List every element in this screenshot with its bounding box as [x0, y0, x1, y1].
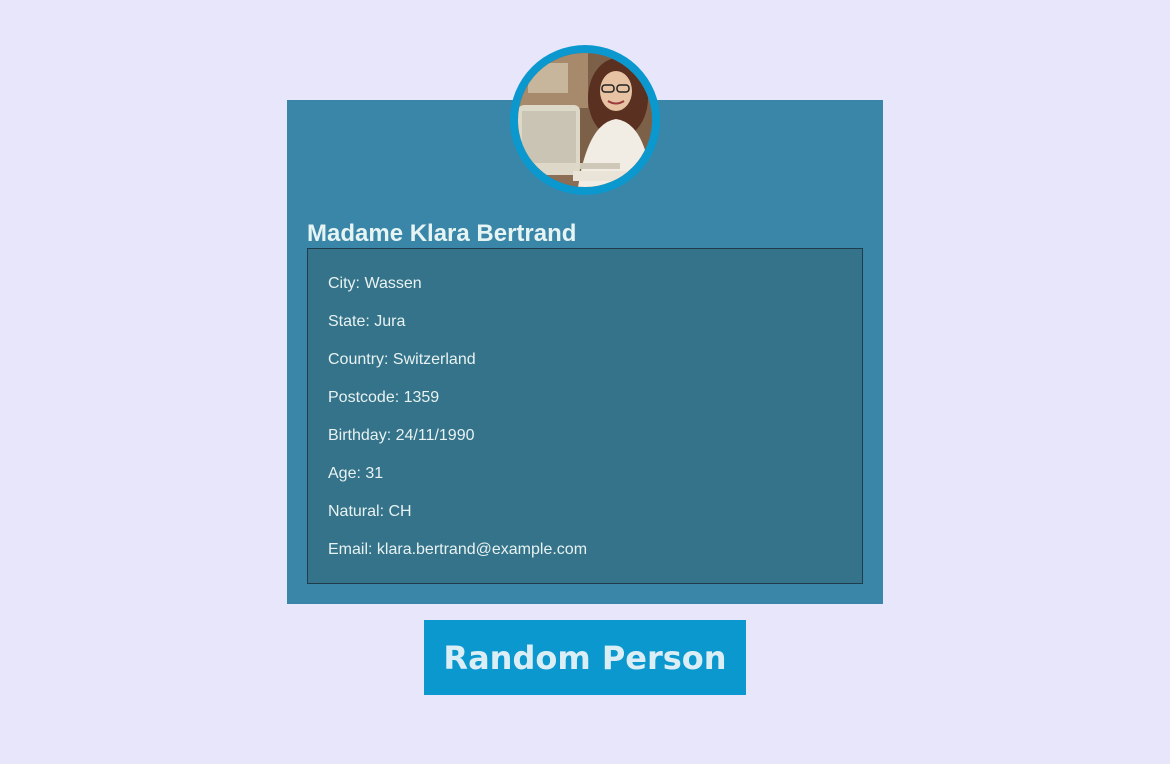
detail-email: Email: klara.bertrand@example.com	[328, 540, 587, 560]
detail-label: Email:	[328, 541, 373, 558]
detail-label: Age:	[328, 465, 361, 482]
detail-value: Wassen	[364, 275, 422, 292]
detail-postcode: Postcode: 1359	[328, 388, 439, 408]
detail-label: Natural:	[328, 503, 385, 520]
detail-value: 1359	[403, 389, 440, 406]
detail-state: State: Jura	[328, 312, 405, 332]
detail-city: City: Wassen	[328, 274, 422, 294]
detail-label: City:	[328, 275, 360, 292]
detail-label: Postcode:	[328, 389, 400, 406]
avatar-photo	[518, 53, 652, 187]
detail-age: Age: 31	[328, 464, 383, 484]
detail-label: State:	[328, 313, 370, 330]
detail-value: klara.bertrand@example.com	[376, 541, 588, 558]
detail-label: Birthday:	[328, 427, 392, 444]
avatar	[510, 45, 660, 195]
detail-value: Jura	[374, 313, 406, 330]
detail-value: Switzerland	[392, 351, 476, 368]
detail-value: CH	[388, 503, 412, 520]
detail-birthday: Birthday: 24/11/1990	[328, 426, 474, 446]
detail-label: Country:	[328, 351, 389, 368]
detail-value: 24/11/1990	[395, 427, 475, 444]
detail-nationality: Natural: CH	[328, 502, 412, 522]
details-panel: City: Wassen State: Jura Country: Switze…	[307, 248, 863, 584]
random-person-button[interactable]: Random Person	[424, 620, 746, 695]
detail-country: Country: Switzerland	[328, 350, 476, 370]
person-name: Madame Klara Bertrand	[307, 220, 577, 247]
detail-value: 31	[365, 465, 384, 482]
person-photo-image	[518, 53, 652, 187]
